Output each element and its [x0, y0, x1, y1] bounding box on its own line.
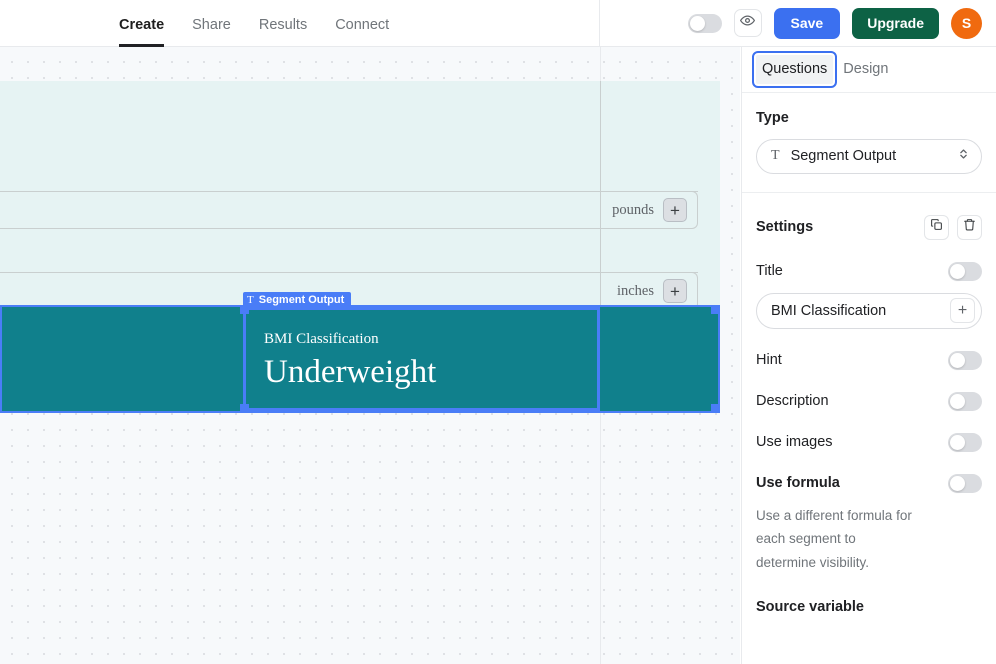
form-body: pounds + inches + [0, 81, 720, 310]
use-images-label: Use images [756, 433, 833, 450]
resize-handle-bottom-left[interactable] [240, 404, 249, 413]
top-header: Create Share Results Connect Save Upgrad… [0, 0, 996, 47]
title-label: Title [756, 262, 783, 279]
preview-toggle-knob [689, 15, 705, 31]
title-field-row: Title [756, 261, 982, 281]
use-images-field-row: Use images [756, 432, 982, 452]
add-field-button-inches[interactable]: + [663, 279, 687, 303]
segment-type-badge-label: Segment Output [258, 293, 345, 306]
segment-output-title: BMI Classification [264, 331, 379, 347]
nav-tab-share[interactable]: Share [178, 18, 245, 47]
settings-label: Settings [756, 218, 814, 235]
main-nav-tabs: Create Share Results Connect [105, 0, 403, 47]
use-formula-field-row: Use formula [756, 473, 982, 493]
panel-tabs: Questions Design [742, 47, 996, 93]
unit-label-pounds: pounds [612, 201, 654, 218]
title-toggle[interactable] [948, 261, 982, 281]
trash-icon [963, 218, 976, 236]
header-right: Save Upgrade S [600, 0, 996, 47]
add-field-button-pounds[interactable]: + [663, 198, 687, 222]
segment-type-badge[interactable]: T Segment Output [243, 292, 352, 307]
type-select[interactable]: T Segment Output [756, 138, 982, 174]
settings-actions [924, 214, 982, 240]
chevron-updown-icon [958, 147, 969, 166]
segment-output-value: Underweight [264, 354, 437, 390]
panel-divider [742, 191, 996, 193]
text-type-icon: T [771, 148, 780, 163]
use-formula-label: Use formula [756, 474, 840, 491]
tab-design[interactable]: Design [837, 55, 894, 84]
description-toggle-knob [950, 393, 965, 409]
form-row-weight[interactable]: pounds + [0, 191, 698, 229]
eye-icon [740, 13, 755, 33]
nav-tab-create[interactable]: Create [105, 18, 178, 47]
description-toggle[interactable] [948, 391, 982, 411]
use-formula-toggle[interactable] [948, 473, 982, 493]
delete-button[interactable] [957, 214, 982, 240]
nav-tab-connect[interactable]: Connect [321, 18, 403, 47]
app-root: Create Share Results Connect Save Upgrad… [0, 0, 996, 664]
description-field-row: Description [756, 391, 982, 411]
resize-handle-top-right[interactable] [711, 305, 720, 314]
duplicate-button[interactable] [924, 214, 949, 240]
properties-panel: Questions Design Type T Segment Output S… [741, 47, 996, 664]
preview-eye-button[interactable] [733, 9, 762, 37]
title-toggle-knob [950, 263, 965, 279]
type-select-value: Segment Output [790, 148, 897, 164]
form-canvas[interactable]: pounds + inches + BMI Classification Und… [0, 47, 740, 664]
hint-label: Hint [756, 351, 782, 368]
upgrade-button[interactable]: Upgrade [852, 7, 939, 39]
settings-header-row: Settings [756, 214, 982, 240]
type-label: Type [756, 110, 789, 126]
hint-toggle[interactable] [948, 350, 982, 370]
preview-toggle[interactable] [687, 13, 722, 33]
save-button[interactable]: Save [773, 7, 841, 39]
segment-output-block[interactable]: BMI Classification Underweight T Segment… [0, 292, 720, 413]
use-formula-toggle-knob [950, 475, 965, 491]
title-add-button[interactable]: + [950, 298, 975, 323]
avatar[interactable]: S [951, 7, 982, 39]
resize-handle-bottom-right[interactable] [711, 404, 720, 413]
header-left: Create Share Results Connect [0, 0, 600, 47]
unit-label-inches: inches [616, 282, 654, 299]
source-variable-label: Source variable [756, 599, 864, 616]
description-label: Description [756, 392, 829, 409]
use-formula-helper-text: Use a different formula for each segment… [756, 507, 912, 570]
use-images-toggle[interactable] [948, 432, 982, 452]
title-input[interactable]: BMI Classification + [756, 292, 982, 329]
hint-toggle-knob [950, 352, 965, 368]
title-input-value: BMI Classification [771, 302, 887, 319]
hint-field-row: Hint [756, 350, 982, 370]
text-type-icon: T [247, 293, 254, 306]
duplicate-icon [930, 218, 943, 236]
use-images-toggle-knob [950, 434, 965, 450]
panel-body: Type T Segment Output Settings Title BMI… [742, 93, 996, 615]
nav-tab-results[interactable]: Results [245, 18, 321, 47]
tab-questions[interactable]: Questions [751, 51, 838, 88]
